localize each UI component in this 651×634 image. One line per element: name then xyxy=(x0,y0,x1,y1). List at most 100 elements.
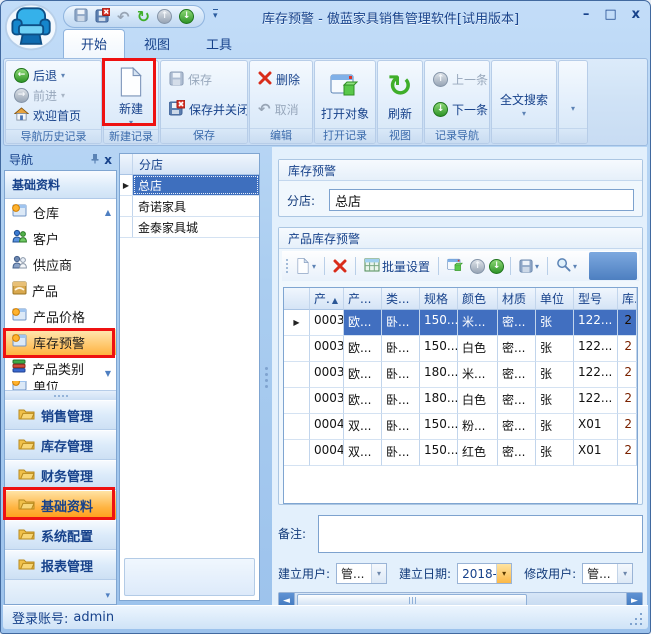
table-row[interactable]: 0003 欧... 卧... 150... 白色 密... 张 122... 2 xyxy=(284,336,637,362)
nav-section-basic-data[interactable]: 基础资料 xyxy=(5,171,116,199)
cancel-button[interactable]: ↶ 取消 xyxy=(255,99,307,119)
tab-start[interactable]: 开始 xyxy=(63,29,125,58)
branch-list-header[interactable]: 分店 xyxy=(120,154,259,175)
nav-close-icon[interactable]: x xyxy=(104,153,112,167)
table-row[interactable]: ▶ 0003 欧... 卧... 150... 米... 密... 张 122.… xyxy=(284,310,637,336)
qat-save-icon[interactable] xyxy=(74,8,88,25)
grid-new-dropdown-icon[interactable]: ▾ xyxy=(312,262,316,271)
tab-view[interactable]: 视图 xyxy=(127,30,187,58)
qat-undo-icon[interactable]: ↶ xyxy=(117,8,130,26)
cell-product-name: 双... xyxy=(344,440,382,466)
column-header-material[interactable]: 材质 xyxy=(498,288,536,310)
fulltext-search-button[interactable]: 全文搜索 ▾ xyxy=(500,71,548,118)
grid-new-button[interactable]: ▾ xyxy=(294,256,318,276)
branch-field-input[interactable] xyxy=(329,189,634,211)
extra-dropdown-icon[interactable]: ▾ xyxy=(571,104,575,113)
branch-row-jintai[interactable]: 金泰家具城 xyxy=(120,217,259,238)
grid-open-object-button[interactable] xyxy=(445,256,466,276)
column-header-unit[interactable]: 单位 xyxy=(536,288,574,310)
modified-user-label: 修改用户: xyxy=(524,565,576,582)
pin-icon[interactable] xyxy=(90,153,100,167)
vertical-splitter[interactable] xyxy=(260,153,272,601)
sidebar-item-product-price[interactable]: 产品价格 xyxy=(5,303,116,329)
forward-button[interactable]: → 前进 ▾ xyxy=(11,85,96,105)
branch-row-qinuo[interactable]: 奇诺家具 xyxy=(120,196,259,217)
column-header-category[interactable]: 类... xyxy=(382,288,420,310)
refresh-button[interactable]: ↻ 刷新 xyxy=(387,68,412,122)
row-indicator-arrow-icon: ▶ xyxy=(120,175,133,195)
sidebar-group-sales[interactable]: 销售管理 xyxy=(5,400,116,430)
column-header-stock[interactable]: 库... xyxy=(618,288,637,310)
grid-delete-button[interactable] xyxy=(331,257,349,275)
grid-export-button[interactable]: ▾ xyxy=(517,257,541,275)
grid-export-dropdown-icon[interactable]: ▾ xyxy=(535,262,539,271)
save-button[interactable]: 保存 xyxy=(166,70,242,90)
chevron-down-icon[interactable]: ▾ xyxy=(105,591,110,601)
grid-search-button[interactable]: ▾ xyxy=(554,255,579,277)
qat-down-icon[interactable]: ↓ xyxy=(179,9,194,24)
sidebar-item-product[interactable]: 产品 xyxy=(5,277,116,303)
sidebar-item-warehouse[interactable]: 仓库 ▲ xyxy=(5,199,116,225)
qat-refresh-icon[interactable]: ↻ xyxy=(137,7,150,26)
new-button[interactable]: 新建 ▾ xyxy=(118,63,144,127)
sidebar-item-product-category[interactable]: 产品类别 ▼ xyxy=(5,355,116,381)
grid-move-up-icon[interactable]: ↑ xyxy=(470,259,485,274)
created-user-dropdown-icon[interactable]: ▾ xyxy=(371,564,386,583)
modified-user-dropdown-icon[interactable]: ▾ xyxy=(617,564,632,583)
delete-button[interactable]: 删除 xyxy=(255,70,307,90)
back-button[interactable]: ← 后退 ▾ xyxy=(11,65,96,85)
qat-save-cancel-icon[interactable] xyxy=(95,8,110,26)
column-header-product-name[interactable]: 产... xyxy=(344,288,382,310)
created-date-combo[interactable]: 2018- ▾ xyxy=(457,563,512,584)
table-row[interactable]: 0004 双... 卧... 150... 粉... 密... 张 X01 2 xyxy=(284,414,637,440)
new-dropdown-icon[interactable]: ▾ xyxy=(129,118,133,127)
modified-user-combo[interactable]: 管... ▾ xyxy=(582,563,633,584)
horizontal-scrollbar[interactable]: ◄ ► xyxy=(278,592,643,605)
created-user-combo[interactable]: 管... ▾ xyxy=(336,563,387,584)
fulltext-search-dropdown-icon[interactable]: ▾ xyxy=(522,109,526,118)
sidebar-group-reports[interactable]: 报表管理 xyxy=(5,550,116,580)
scroll-down-icon[interactable]: ▼ xyxy=(105,369,111,378)
tab-tools[interactable]: 工具 xyxy=(189,30,249,58)
back-dropdown-icon[interactable]: ▾ xyxy=(61,71,65,80)
sidebar-item-supplier[interactable]: 供应商 xyxy=(5,251,116,277)
sidebar-group-inventory[interactable]: 库存管理 xyxy=(5,430,116,460)
scroll-right-arrow-icon[interactable]: ► xyxy=(626,593,642,605)
scroll-left-arrow-icon[interactable]: ◄ xyxy=(279,593,295,605)
previous-record-button[interactable]: ↑ 上一条 xyxy=(430,70,484,90)
sidebar-item-customer[interactable]: 客户 xyxy=(5,225,116,251)
scrollbar-thumb[interactable] xyxy=(297,594,527,605)
table-row[interactable]: 0004 双... 卧... 150... 红色 密... 张 X01 2 xyxy=(284,440,637,466)
table-row[interactable]: 0003 欧... 卧... 180... 白色 密... 张 122... 2 xyxy=(284,388,637,414)
branch-row-main-store[interactable]: ▶ 总店 xyxy=(120,175,259,196)
sidebar-group-finance[interactable]: 财务管理 xyxy=(5,460,116,490)
remark-input[interactable] xyxy=(318,515,643,553)
grid-search-dropdown-icon[interactable]: ▾ xyxy=(573,262,577,271)
resize-grip[interactable] xyxy=(628,611,642,625)
next-record-button[interactable]: ↓ 下一条 xyxy=(430,99,484,119)
app-logo-chair-icon[interactable] xyxy=(4,2,60,52)
column-header-product-code[interactable]: 产.▲ xyxy=(310,288,344,310)
branch-column-header[interactable]: 分店 xyxy=(133,154,259,174)
created-date-dropdown-icon[interactable]: ▾ xyxy=(496,564,511,583)
sidebar-item-unit-clipped[interactable]: 单位 xyxy=(5,381,116,390)
minimize-button[interactable]: – xyxy=(583,7,590,22)
qat-up-icon[interactable]: ↑ xyxy=(157,9,172,24)
column-header-spec[interactable]: 规格 xyxy=(420,288,458,310)
sidebar-splitter[interactable] xyxy=(5,390,116,400)
scroll-up-icon[interactable]: ▲ xyxy=(105,208,111,217)
sidebar-item-inventory-warning[interactable]: 库存预警 xyxy=(5,329,116,355)
open-object-button[interactable]: 打开对象 xyxy=(321,68,369,122)
close-button[interactable]: x xyxy=(632,7,640,22)
grid-move-down-icon[interactable]: ↓ xyxy=(489,259,504,274)
batch-settings-button[interactable]: 批量设置 xyxy=(362,256,432,277)
welcome-home-button[interactable]: 欢迎首页 xyxy=(11,105,96,125)
column-header-color[interactable]: 颜色 xyxy=(458,288,498,310)
save-and-close-button[interactable]: 保存并关闭 xyxy=(166,99,242,119)
sidebar-group-system-config[interactable]: 系统配置 xyxy=(5,520,116,550)
toolbar-grip[interactable] xyxy=(284,259,290,273)
column-header-model[interactable]: 型号 xyxy=(574,288,618,310)
maximize-button[interactable]: □ xyxy=(604,7,616,22)
sidebar-group-basic-data[interactable]: 基础资料 xyxy=(5,490,116,520)
table-row[interactable]: 0003 欧... 卧... 180... 米... 密... 张 122...… xyxy=(284,362,637,388)
